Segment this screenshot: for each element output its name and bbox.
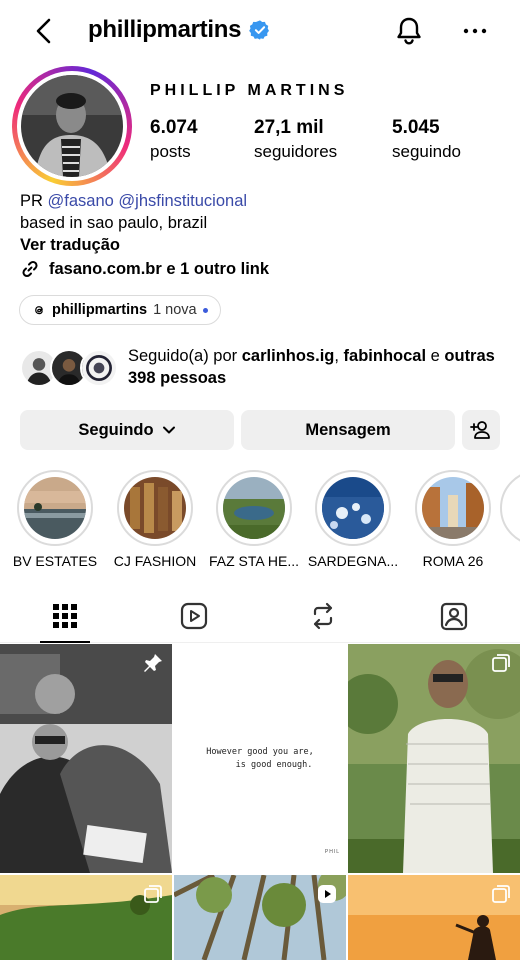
suggest-people-button[interactable] <box>462 410 500 450</box>
post-image <box>0 644 172 873</box>
post-tile[interactable]: However good you are, is good enough. PH… <box>174 644 346 873</box>
stat-posts[interactable]: 6.074 posts <box>150 117 198 162</box>
highlight-cover <box>322 477 384 539</box>
more-icon[interactable] <box>458 14 492 48</box>
carousel-icon <box>492 654 510 672</box>
stat-posts-value: 6.074 <box>150 117 198 138</box>
add-person-icon <box>470 421 490 439</box>
followed-and: e <box>426 347 445 365</box>
followed-by-section[interactable]: Seguido(a) por carlinhos.ig, fabinhocal … <box>20 345 510 389</box>
profile-username-header[interactable]: phillipmartins <box>88 16 271 44</box>
post-tile[interactable] <box>0 644 172 873</box>
threads-username: phillipmartins <box>52 302 148 318</box>
profile-tabs <box>0 595 520 643</box>
top-bar: phillipmartins <box>0 0 520 62</box>
follower-name-2[interactable]: fabinhocal <box>344 347 427 365</box>
highlight-item[interactable]: SARDEGNA... <box>308 470 398 569</box>
quote-line-2: is good enough. <box>235 760 313 770</box>
username: phillipmartins <box>88 16 242 43</box>
post-tile[interactable] <box>348 644 520 873</box>
stat-following-value: 5.045 <box>392 117 440 138</box>
highlight-label: ROMA 26 <box>422 553 484 569</box>
verified-badge-icon <box>249 20 270 40</box>
post-grid: However good you are, is good enough. PH… <box>0 644 520 960</box>
highlight-item[interactable]: ROMA 26 <box>413 470 493 569</box>
message-button-label: Mensagem <box>305 420 391 439</box>
stat-posts-label: posts <box>150 142 191 161</box>
carousel-icon <box>492 885 510 903</box>
bio-line-pr: PR @fasano @jhsfinstitucional <box>20 192 247 211</box>
see-translation-link[interactable]: Ver tradução <box>20 236 120 255</box>
quote-line-1: However good you are, <box>206 747 314 757</box>
quote-text: However good you are, is good enough. <box>174 746 346 772</box>
story-ring[interactable] <box>12 66 132 186</box>
grid-tab-icon[interactable] <box>48 599 82 633</box>
post-image <box>348 644 520 873</box>
highlight-item[interactable]: BV ESTATES <box>13 470 97 569</box>
unread-dot <box>202 307 208 313</box>
threads-badge[interactable]: phillipmartins 1 nova <box>19 295 221 325</box>
threads-icon <box>35 306 43 315</box>
reel-icon <box>318 885 336 903</box>
profile-full-name: PHILLIP MARTINS <box>150 82 349 99</box>
mention-jhsf[interactable]: @jhsfinstitucional <box>118 192 247 210</box>
post-tile[interactable] <box>0 875 172 960</box>
highlight-cover <box>223 477 285 539</box>
reposts-tab-icon[interactable] <box>306 599 340 633</box>
bio-prefix: PR <box>20 192 48 210</box>
highlight-cover <box>422 477 484 539</box>
back-arrow-icon[interactable] <box>28 14 62 48</box>
stat-followers-label: seguidores <box>254 142 338 161</box>
chevron-down-icon <box>162 426 175 434</box>
highlight-item[interactable]: FAZ STA HE... <box>209 470 299 569</box>
post-tile[interactable] <box>174 875 346 960</box>
active-tab-indicator <box>40 641 90 643</box>
reels-tab-icon[interactable] <box>177 599 211 633</box>
highlight-cover <box>124 477 186 539</box>
threads-new-count: 1 nova <box>153 302 197 318</box>
stat-following[interactable]: 5.045 seguindo <box>392 117 461 162</box>
pin-icon <box>144 654 162 672</box>
stat-following-label: seguindo <box>392 142 462 161</box>
followed-sep: , <box>334 347 344 365</box>
highlight-cover <box>24 477 86 539</box>
following-button-label: Seguindo <box>78 420 154 439</box>
message-button[interactable]: Mensagem <box>241 410 455 450</box>
mention-fasano[interactable]: @fasano <box>48 192 114 210</box>
link-icon <box>22 260 38 278</box>
stat-followers[interactable]: 27,1 mil seguidores <box>254 117 337 162</box>
followed-by-text: Seguido(a) por carlinhos.ig, fabinhocal … <box>128 345 508 389</box>
followed-prefix: Seguido(a) por <box>128 347 242 365</box>
bio-external-link[interactable]: fasano.com.br e 1 outro link <box>20 259 269 279</box>
carousel-icon <box>144 885 162 903</box>
post-tile[interactable] <box>348 875 520 960</box>
follower-name-1[interactable]: carlinhos.ig <box>242 347 335 365</box>
quote-signature: PHIL <box>324 849 340 855</box>
bio-location: based in sao paulo, brazil <box>20 214 208 232</box>
follower-avatar <box>80 349 118 387</box>
highlight-item[interactable]: CJ FASHION <box>114 470 196 569</box>
bio-link-text: fasano.com.br e 1 outro link <box>49 259 270 278</box>
bell-icon[interactable] <box>392 14 426 48</box>
highlight-item[interactable]: #5 <box>500 470 520 546</box>
tagged-tab-icon[interactable] <box>437 599 471 633</box>
following-button[interactable]: Seguindo <box>20 410 234 450</box>
stat-followers-value: 27,1 mil <box>254 117 324 138</box>
profile-avatar <box>21 75 123 177</box>
